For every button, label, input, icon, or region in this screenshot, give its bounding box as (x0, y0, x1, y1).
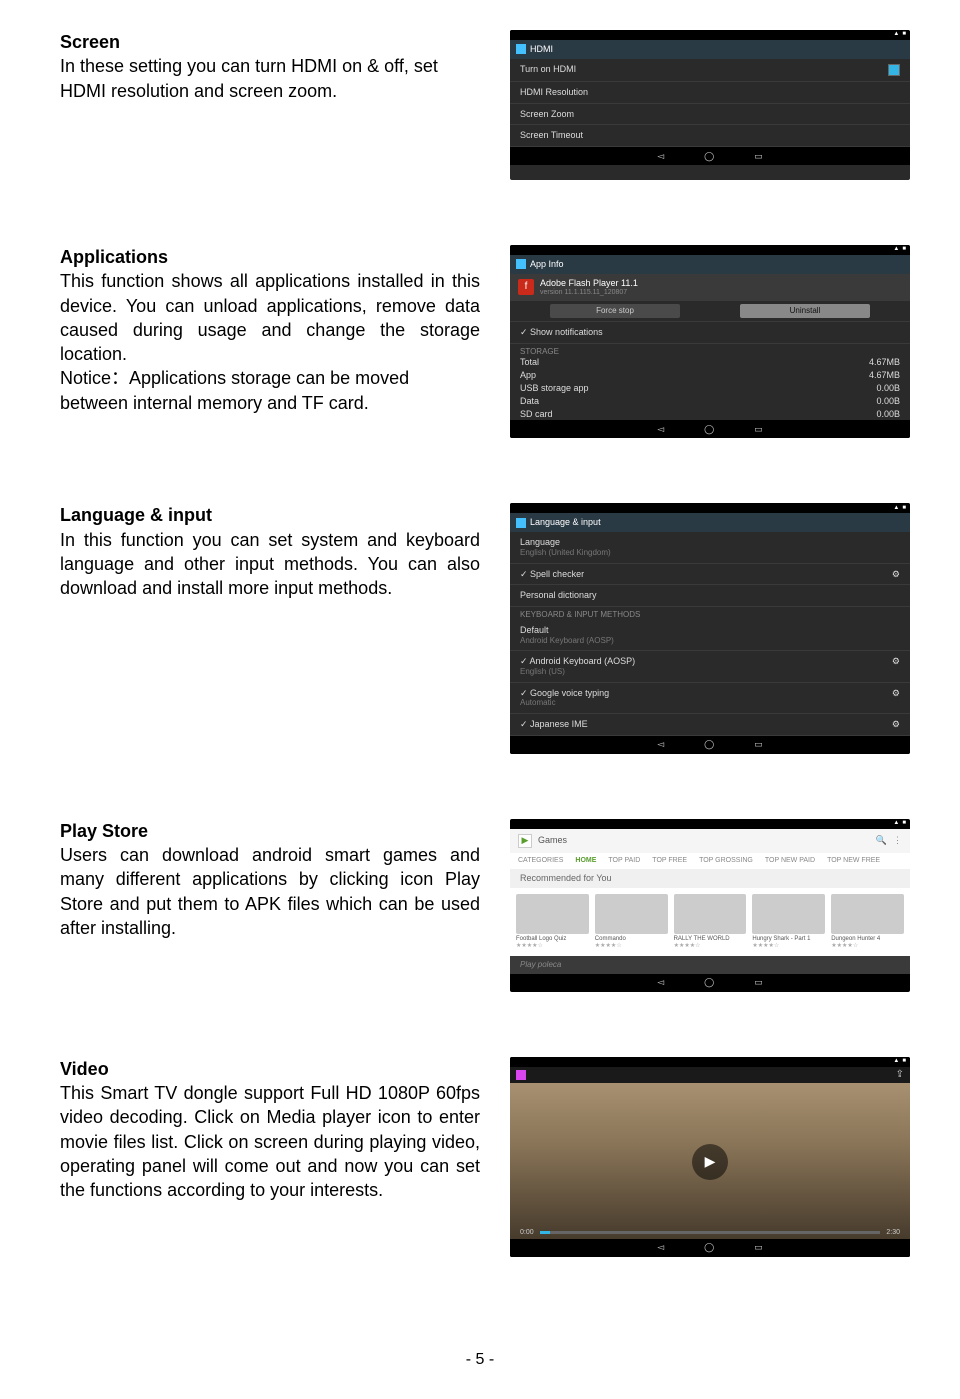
screenshot-video: ▲■ ⇪ ▶ 0:002:30 ◅◯▭ (510, 1057, 910, 1257)
thumb-title: App Info (530, 259, 564, 270)
uninstall-button: Uninstall (740, 304, 870, 318)
video-app-icon (516, 1070, 526, 1080)
body-lang: In this function you can set system and … (60, 528, 480, 601)
screenshot-lang: ▲■ Language & input LanguageEnglish (Uni… (510, 503, 910, 753)
row: Google voice typing (530, 688, 609, 698)
battery-icon: ■ (902, 31, 906, 38)
row: SD card (520, 409, 553, 420)
thumb-title: Language & input (530, 517, 601, 528)
body-play: Users can download android smart games a… (60, 843, 480, 940)
heading-video: Video (60, 1057, 480, 1081)
screenshot-playstore: ▲■ ▶ Games 🔍 ⋮ CATEGORIES HOME TOP PAID … (510, 819, 910, 992)
wifi-icon: ▲ (893, 31, 899, 38)
row: Screen Zoom (520, 109, 574, 120)
row: Personal dictionary (520, 590, 597, 601)
settings-icon (516, 259, 526, 269)
tab: CATEGORIES (518, 857, 563, 865)
rec-label: Recommended for You (510, 869, 910, 888)
row: USB storage app (520, 383, 589, 394)
row: HDMI Resolution (520, 87, 588, 98)
row: Default (520, 625, 549, 635)
back-icon: ◅ (657, 151, 664, 162)
heading-play: Play Store (60, 819, 480, 843)
row: Japanese IME (530, 719, 588, 729)
settings-icon (516, 518, 526, 528)
body-video: This Smart TV dongle support Full HD 108… (60, 1081, 480, 1202)
heading-lang: Language & input (60, 503, 480, 527)
screenshot-hdmi: ▲■ HDMI Turn on HDMI HDMI Resolution Scr… (510, 30, 910, 180)
flash-icon: f (518, 279, 534, 295)
share-icon: ⇪ (896, 1069, 904, 1081)
menu-icon: ▶ (518, 834, 532, 848)
row: Spell checker (530, 569, 584, 579)
tab: TOP FREE (652, 857, 687, 865)
heading-screen: Screen (60, 30, 480, 54)
heading-apps: Applications (60, 245, 480, 269)
tab: TOP PAID (608, 857, 640, 865)
thumb-title: HDMI (530, 44, 553, 55)
body-apps-2: Notice：Applications storage can be moved… (60, 366, 480, 415)
checkbox-icon (888, 64, 900, 76)
row: Android Keyboard (AOSP) (530, 656, 636, 666)
row: Turn on HDMI (520, 64, 576, 76)
force-stop-button: Force stop (550, 304, 680, 318)
body-screen: In these setting you can turn HDMI on & … (60, 54, 480, 103)
play-icon: ▶ (692, 1144, 728, 1180)
kim-label: KEYBOARD & INPUT METHODS (510, 607, 910, 620)
row: Language (520, 537, 560, 547)
row: App (520, 370, 536, 381)
screenshot-appinfo: ▲■ App Info f Adobe Flash Player 11.1 ve… (510, 245, 910, 438)
recent-icon: ▭ (754, 151, 763, 162)
show-notif: Show notifications (530, 327, 603, 337)
menu-dots-icon: ⋮ (893, 835, 902, 846)
search-icon: 🔍 (876, 835, 887, 846)
row: Screen Timeout (520, 130, 583, 141)
tab: TOP GROSSING (699, 857, 753, 865)
row: Data (520, 396, 539, 407)
row: Total (520, 357, 539, 368)
home-icon: ◯ (704, 151, 714, 162)
app-version: version 11.1.115.11_120807 (540, 289, 638, 297)
storage-label: STORAGE (510, 344, 910, 357)
tab: TOP NEW FREE (827, 857, 880, 865)
body-apps-1: This function shows all applications ins… (60, 269, 480, 366)
tab: HOME (575, 857, 596, 865)
tab: TOP NEW PAID (765, 857, 815, 865)
app-name: Adobe Flash Player 11.1 (540, 278, 638, 289)
foot-label: Play poleca (510, 956, 910, 974)
settings-sliders-icon: ⚙ (892, 569, 900, 580)
settings-icon (516, 44, 526, 54)
page-number: - 5 - (0, 1351, 960, 1369)
